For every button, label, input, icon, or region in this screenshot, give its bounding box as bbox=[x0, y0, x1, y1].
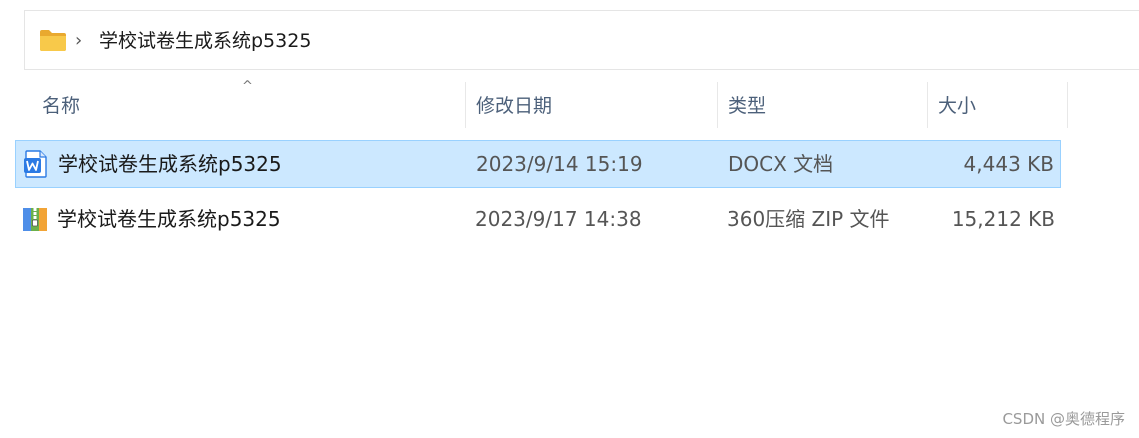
column-header-name[interactable]: 名称 bbox=[42, 94, 80, 118]
word-document-icon bbox=[24, 150, 47, 178]
file-row-zip[interactable]: 学校试卷生成系统p5325 2023/9/17 14:38 360压缩 ZIP … bbox=[15, 196, 1061, 244]
column-header-modified[interactable]: 修改日期 bbox=[476, 94, 552, 118]
column-divider[interactable] bbox=[717, 82, 718, 128]
file-name: 学校试卷生成系统p5325 bbox=[58, 152, 282, 176]
column-header-type[interactable]: 类型 bbox=[728, 94, 766, 118]
column-divider[interactable] bbox=[927, 82, 928, 128]
folder-icon bbox=[40, 30, 66, 51]
address-bar[interactable]: › 学校试卷生成系统p5325 bbox=[24, 10, 1139, 70]
watermark: CSDN @奥德程序 bbox=[1002, 410, 1125, 428]
file-type: DOCX 文档 bbox=[728, 152, 834, 176]
zip-archive-icon bbox=[23, 208, 47, 231]
file-name: 学校试卷生成系统p5325 bbox=[57, 207, 281, 231]
file-type: 360压缩 ZIP 文件 bbox=[727, 207, 890, 231]
sort-ascending-icon: ^ bbox=[242, 79, 253, 94]
breadcrumb-separator: › bbox=[75, 30, 83, 51]
file-explorer-window: › 学校试卷生成系统p5325 名称 修改日期 类型 大小 ^ 学校试卷生成系统… bbox=[0, 0, 1139, 438]
file-size: 4,443 KB bbox=[963, 152, 1054, 176]
breadcrumb-current-folder[interactable]: 学校试卷生成系统p5325 bbox=[99, 28, 311, 54]
file-row-docx[interactable]: 学校试卷生成系统p5325 2023/9/14 15:19 DOCX 文档 4,… bbox=[15, 140, 1061, 188]
column-header-size[interactable]: 大小 bbox=[938, 94, 976, 118]
column-divider[interactable] bbox=[1067, 82, 1068, 128]
file-modified-date: 2023/9/17 14:38 bbox=[475, 207, 642, 231]
file-size: 15,212 KB bbox=[951, 207, 1055, 231]
file-modified-date: 2023/9/14 15:19 bbox=[476, 152, 643, 176]
column-header-row: 名称 修改日期 类型 大小 bbox=[0, 80, 1139, 130]
column-divider[interactable] bbox=[465, 82, 466, 128]
